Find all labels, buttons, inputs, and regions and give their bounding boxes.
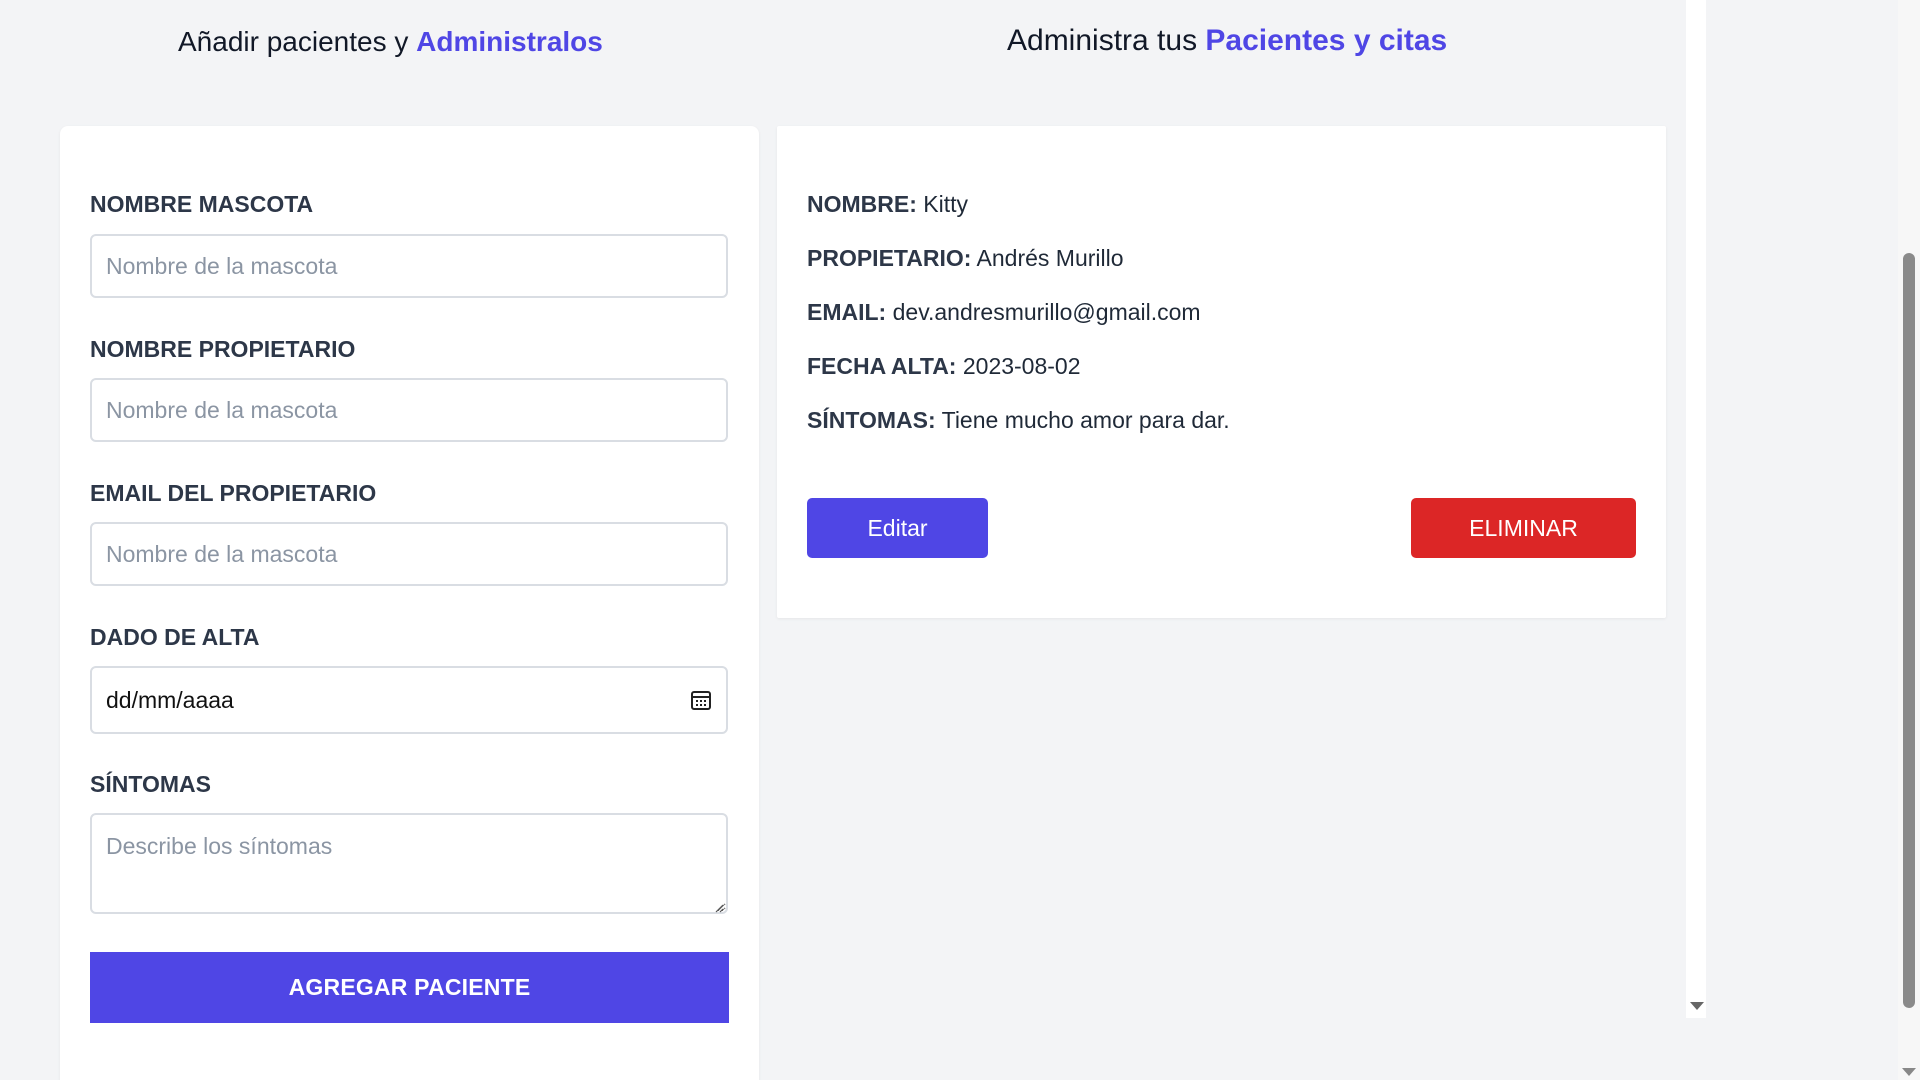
patient-symptoms-value: Tiene mucho amor para dar. [941,407,1230,433]
discharge-date-input[interactable]: dd/mm/aaaa [90,666,728,734]
patients-heading: Administra tus Pacientes y citas [1007,24,1447,58]
owner-name-label: NOMBRE PROPIETARIO [90,336,356,362]
pet-name-input[interactable] [90,234,728,298]
patient-email-key: EMAIL: [807,299,887,325]
symptoms-textarea[interactable] [90,813,728,914]
window-scrollbar-thumb[interactable] [1903,253,1915,1008]
form-heading-prefix: Añadir pacientes y [178,26,417,57]
patient-date-value: 2023-08-02 [962,353,1081,379]
patient-name-row: NOMBRE: Kitty [807,191,968,218]
patient-card: NOMBRE: Kitty PROPIETARIO: Andrés Murill… [777,126,1666,618]
symptoms-label: SÍNTOMAS [90,771,211,797]
window-scroll-down-icon[interactable] [1902,1068,1916,1076]
patient-email-value: dev.andresmurillo@gmail.com [892,299,1201,325]
panel-scroll-down-icon[interactable] [1690,1002,1704,1010]
owner-name-input[interactable] [90,378,728,442]
form-heading-accent: Administralos [416,26,603,57]
patient-date-key: FECHA ALTA: [807,353,957,379]
page: Añadir pacientes y Administralos Adminis… [0,0,1920,1080]
patient-owner-value: Andrés Murillo [976,245,1124,271]
patient-symptoms-key: SÍNTOMAS: [807,407,936,433]
panel-scrollbar[interactable] [1686,0,1706,1018]
pet-name-label: NOMBRE MASCOTA [90,191,314,217]
add-patient-button[interactable]: AGREGAR PACIENTE [90,952,729,1023]
patient-name-value: Kitty [923,191,969,217]
calendar-icon[interactable] [690,689,712,711]
edit-button[interactable]: Editar [807,498,988,558]
patient-date-row: FECHA ALTA: 2023-08-02 [807,353,1081,380]
patient-owner-key: PROPIETARIO: [807,245,972,271]
patients-heading-accent: Pacientes y citas [1205,24,1448,57]
owner-email-input[interactable] [90,522,728,586]
patient-symptoms-row: SÍNTOMAS: Tiene mucho amor para dar. [807,407,1230,434]
patient-form: NOMBRE MASCOTA NOMBRE PROPIETARIO EMAIL … [60,126,759,1080]
patients-heading-prefix: Administra tus [1007,24,1206,57]
patient-owner-row: PROPIETARIO: Andrés Murillo [807,245,1124,272]
window-scrollbar[interactable] [1898,0,1920,1080]
symptoms-wrapper [90,813,728,914]
delete-button[interactable]: ELIMINAR [1411,498,1636,558]
owner-email-label: EMAIL DEL PROPIETARIO [90,480,377,506]
discharge-date-value: dd/mm/aaaa [106,686,234,713]
form-heading: Añadir pacientes y Administralos [178,26,603,58]
discharge-date-label: DADO DE ALTA [90,624,260,650]
resize-grip-icon[interactable] [714,900,724,913]
patient-name-key: NOMBRE: [807,191,917,217]
patient-email-row: EMAIL: dev.andresmurillo@gmail.com [807,299,1201,326]
